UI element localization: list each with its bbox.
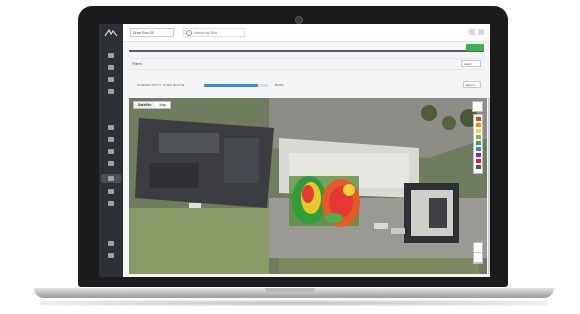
sidebar-item-alerts[interactable] bbox=[106, 76, 116, 82]
filter-select[interactable]: Apply bbox=[461, 60, 481, 67]
warning-icon bbox=[108, 76, 114, 82]
camera-icon bbox=[295, 16, 303, 24]
satellite-map[interactable]: Satellite Map bbox=[129, 98, 487, 274]
sidebar-item-network[interactable] bbox=[106, 160, 116, 166]
tab-map[interactable]: Map bbox=[155, 102, 170, 108]
laptop-base-notch bbox=[265, 288, 315, 292]
network-icon bbox=[108, 160, 114, 166]
timeline[interactable] bbox=[129, 44, 484, 54]
signal-legend bbox=[473, 114, 483, 174]
sidebar-item-globe[interactable] bbox=[106, 124, 116, 130]
sidebar-item-home[interactable] bbox=[106, 52, 116, 58]
timeline-play-button[interactable] bbox=[466, 44, 484, 51]
connectivity-row: CONNECTIVITY OVER ROUTE 84.6% Export bbox=[129, 81, 484, 89]
document-icon bbox=[108, 88, 114, 94]
zoom-in-button[interactable] bbox=[474, 243, 482, 253]
map-type-tabs: Satellite Map bbox=[133, 101, 172, 109]
connectivity-value: 84.6% bbox=[275, 83, 284, 87]
map-imagery bbox=[129, 98, 487, 274]
top-actions bbox=[469, 29, 484, 35]
legend-swatch bbox=[475, 159, 481, 163]
search-box[interactable] bbox=[183, 28, 245, 37]
brand-logo-icon bbox=[104, 28, 118, 38]
legend-swatch bbox=[475, 153, 481, 157]
chart-icon bbox=[108, 136, 114, 142]
connectivity-progress bbox=[204, 84, 268, 87]
help-icon bbox=[108, 252, 114, 258]
page-scrollbar[interactable] bbox=[488, 98, 490, 274]
filter-row: Filters Apply bbox=[129, 58, 484, 70]
legend-swatch bbox=[475, 141, 481, 145]
search-input[interactable] bbox=[192, 30, 244, 35]
user-icon bbox=[108, 200, 114, 206]
sidebar-item-map[interactable] bbox=[101, 174, 121, 183]
signal-icon bbox=[108, 148, 114, 154]
legend-swatch bbox=[475, 147, 481, 151]
sidebar-item-upload[interactable] bbox=[106, 188, 116, 194]
car-icon bbox=[108, 64, 114, 70]
account-icon[interactable] bbox=[478, 29, 484, 35]
sidebar-item-signal[interactable] bbox=[106, 148, 116, 154]
legend-swatch bbox=[475, 165, 481, 169]
gear-icon bbox=[108, 240, 114, 246]
sidebar-item-settings[interactable] bbox=[106, 240, 116, 246]
globe-icon bbox=[108, 124, 114, 130]
home-icon bbox=[108, 52, 114, 58]
sidebar-item-help[interactable] bbox=[106, 252, 116, 258]
zoom-control bbox=[473, 242, 483, 264]
filter-label: Filters bbox=[132, 62, 142, 66]
legend-swatch bbox=[475, 117, 481, 121]
notification-icon[interactable] bbox=[469, 29, 475, 35]
export-select[interactable]: Export bbox=[463, 81, 481, 88]
upload-icon bbox=[108, 188, 114, 194]
connectivity-label: CONNECTIVITY OVER ROUTE bbox=[137, 83, 185, 87]
connectivity-progress-fill bbox=[204, 84, 258, 87]
drive-select[interactable]: Drive Run 28 bbox=[130, 28, 174, 37]
sidebar-item-drives[interactable] bbox=[106, 64, 116, 70]
legend-swatch bbox=[475, 135, 481, 139]
laptop-shadow bbox=[40, 300, 548, 306]
sidebar-item-users[interactable] bbox=[106, 200, 116, 206]
map-icon bbox=[108, 176, 114, 181]
legend-swatch bbox=[475, 129, 481, 133]
legend-swatch bbox=[475, 123, 481, 127]
sidebar bbox=[99, 24, 123, 277]
top-bar: Drive Run 28 bbox=[123, 24, 490, 42]
app-screen: Drive Run 28 Filters Apply CONNECTIVITY … bbox=[99, 24, 490, 277]
sidebar-item-analytics[interactable] bbox=[106, 136, 116, 142]
zoom-out-button[interactable] bbox=[474, 253, 482, 263]
timeline-track[interactable] bbox=[129, 50, 484, 52]
sidebar-item-reports[interactable] bbox=[106, 88, 116, 94]
fullscreen-icon[interactable] bbox=[472, 101, 483, 112]
tab-satellite[interactable]: Satellite bbox=[134, 102, 156, 108]
